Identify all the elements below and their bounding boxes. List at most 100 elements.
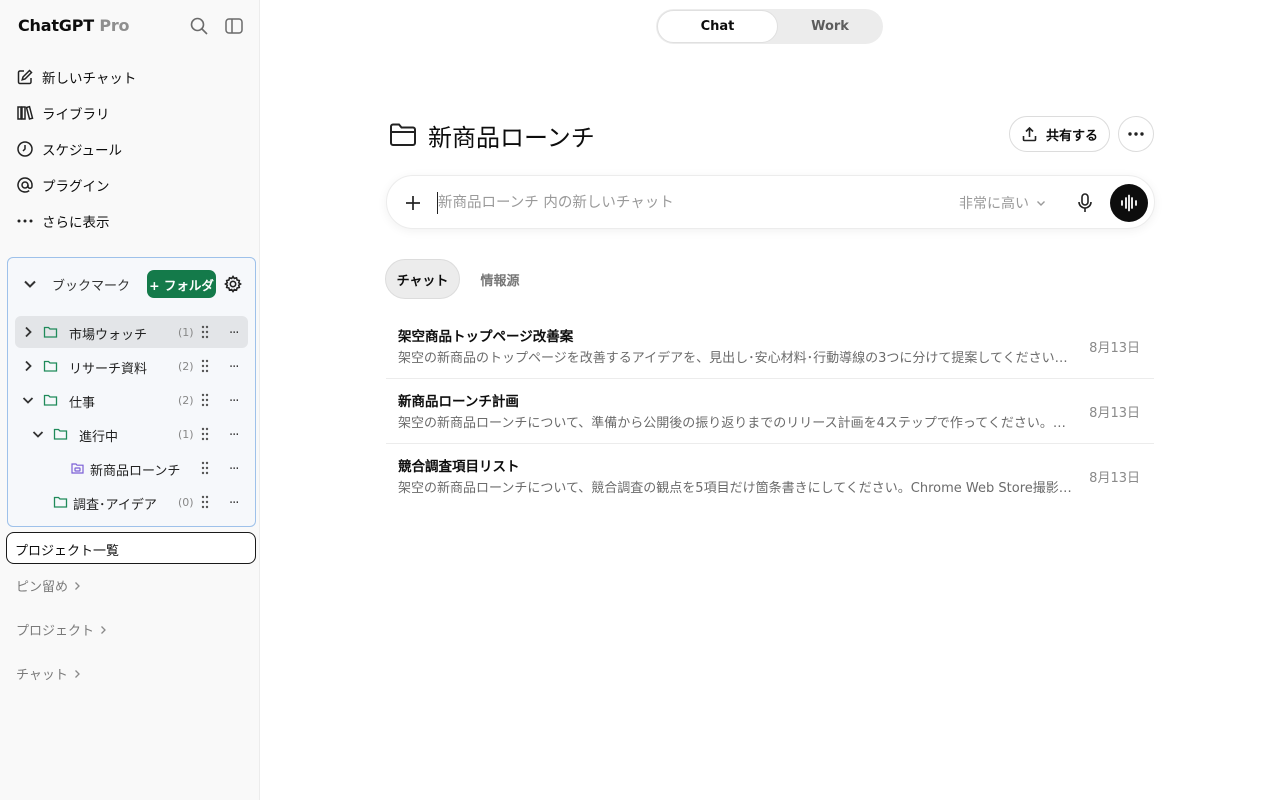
at-icon (17, 177, 33, 193)
more-options-button[interactable] (1118, 116, 1154, 152)
project-folder-icon (71, 463, 84, 474)
nav-label: プラグイン (42, 179, 110, 195)
section-pinned[interactable]: ピン留め (16, 576, 82, 595)
brand-title: ChatGPT Pro (18, 16, 130, 35)
search-icon[interactable] (189, 16, 209, 36)
nav-more[interactable]: さらに表示 (16, 207, 246, 235)
chevron-right-icon[interactable] (21, 359, 35, 373)
folder-label: 仕事 (69, 396, 96, 411)
nav-label: 新しいチャット (42, 71, 137, 87)
chevron-down-icon[interactable] (31, 427, 45, 441)
section-projects[interactable]: プロジェクト (16, 620, 108, 639)
bookmark-folder-research[interactable]: リサーチ資料 (2) ... (15, 350, 248, 382)
drag-handle-icon[interactable] (200, 460, 210, 476)
bookmark-project-launch[interactable]: 新商品ローンチ ... (15, 452, 248, 484)
chat-preview: 架空の新商品ローンチについて、競合調査の観点を5項目だけ箇条書きにしてください。… (398, 481, 1076, 496)
nav-new-chat[interactable]: 新しいチャット (16, 63, 246, 91)
drag-handle-icon[interactable] (200, 494, 210, 510)
tab-chats[interactable]: チャット (385, 259, 460, 299)
waveform-icon (1121, 194, 1137, 212)
chat-title: 架空商品トップページ改善案 (398, 329, 574, 345)
bookmark-title: ブックマーク (52, 279, 131, 294)
share-label: 共有する (1045, 128, 1098, 144)
mode-toggle: Chat Work (656, 9, 883, 44)
drag-handle-icon[interactable] (200, 358, 210, 374)
chat-preview: 架空の新商品のトップページを改善するアイデアを、見出し･安心材料･行動導線の3つ… (398, 351, 1076, 366)
chat-list-item[interactable]: 架空商品トップページ改善案 架空の新商品のトップページを改善するアイデアを、見出… (386, 314, 1154, 379)
folder-count: (1) (178, 326, 194, 339)
project-list-button[interactable]: プロジェクト一覧 (6, 532, 256, 564)
project-header: 新商品ローンチ (388, 118, 595, 152)
nav-schedule[interactable]: スケジュール (16, 135, 246, 163)
chat-date: 8月13日 (1089, 341, 1140, 356)
section-chats[interactable]: チャット (16, 664, 82, 683)
drag-handle-icon[interactable] (200, 324, 210, 340)
chat-title: 新商品ローンチ計画 (398, 394, 519, 410)
folder-label: リサーチ資料 (69, 362, 148, 377)
folder-label: 市場ウォッチ (69, 328, 148, 343)
chevron-down-icon[interactable] (22, 276, 38, 292)
bookmark-header: ブックマーク + フォルダ (8, 268, 255, 300)
folder-icon (390, 123, 416, 146)
microphone-icon[interactable] (1075, 192, 1095, 214)
folder-icon (43, 394, 58, 406)
folder-icon (43, 360, 58, 372)
folder-count: (1) (178, 428, 194, 441)
section-label: チャット (16, 668, 68, 683)
chevron-right-icon[interactable] (21, 325, 35, 339)
bookmark-folder-market-watch[interactable]: 市場ウォッチ (1) ... (15, 316, 248, 348)
model-label: 非常に高い (959, 196, 1029, 212)
folder-more-button[interactable]: ... (229, 492, 239, 507)
folder-more-button[interactable]: ... (229, 390, 239, 405)
folder-label: 進行中 (79, 430, 119, 445)
plus-icon[interactable] (403, 193, 423, 213)
bookmark-folder-in-progress[interactable]: 進行中 (1) ... (15, 418, 248, 450)
composer: 非常に高い (386, 175, 1155, 229)
model-selector[interactable]: 非常に高い (959, 193, 1047, 213)
folder-more-button[interactable]: ... (229, 322, 239, 337)
folder-more-button[interactable]: ... (229, 356, 239, 371)
folder-count: (0) (178, 496, 194, 509)
nav-library[interactable]: ライブラリ (16, 99, 246, 127)
folder-count: (2) (178, 360, 194, 373)
nav-plugins[interactable]: プラグイン (16, 171, 246, 199)
sidebar-toggle-icon[interactable] (224, 16, 244, 36)
chat-title: 競合調査項目リスト (398, 459, 520, 475)
voice-mode-button[interactable] (1110, 184, 1148, 222)
folder-count: (2) (178, 394, 194, 407)
section-label: ピン留め (16, 580, 69, 595)
chat-date: 8月13日 (1089, 471, 1140, 486)
bookmark-panel: ブックマーク + フォルダ 市場ウォッチ (1) ... リサーチ資料 (2) … (7, 257, 256, 527)
page-title: 新商品ローンチ (428, 123, 595, 152)
project-more-button[interactable]: ... (229, 458, 239, 473)
clock-icon (17, 141, 33, 157)
chat-input[interactable] (438, 188, 928, 218)
chat-list-item[interactable]: 競合調査項目リスト 架空の新商品ローンチについて、競合調査の観点を5項目だけ箇条… (386, 444, 1154, 509)
tab-chat-mode[interactable]: Chat (657, 10, 778, 43)
drag-handle-icon[interactable] (200, 426, 210, 442)
chat-list-item[interactable]: 新商品ローンチ計画 架空の新商品ローンチについて、準備から公開後の振り返りまでの… (386, 379, 1154, 444)
bookmark-folder-work[interactable]: 仕事 (2) ... (15, 384, 248, 416)
edit-icon (17, 69, 33, 85)
tab-sources[interactable]: 情報源 (470, 259, 530, 299)
chat-preview: 架空の新商品ローンチについて、準備から公開後の振り返りまでのリリース計画を4ステ… (398, 416, 1076, 431)
folder-icon (43, 326, 58, 338)
section-label: プロジェクト (16, 624, 95, 639)
chevron-down-icon[interactable] (21, 393, 35, 407)
share-button[interactable]: 共有する (1009, 116, 1110, 152)
chevron-down-icon (1037, 201, 1045, 206)
tab-work-mode[interactable]: Work (778, 9, 882, 44)
drag-handle-icon[interactable] (200, 392, 210, 408)
add-folder-button[interactable]: + フォルダ (147, 270, 216, 298)
share-icon (1022, 126, 1037, 141)
bookmark-folder-ideas[interactable]: 調査･アイデア (0) ... (15, 486, 248, 518)
library-icon (17, 105, 34, 120)
app-root: ChatGPT Pro 新しいチャット ライブラリ スケジュール プラグイン さ… (0, 0, 1280, 800)
chevron-right-icon (101, 625, 106, 634)
gear-icon[interactable] (223, 274, 243, 294)
nav-label: ライブラリ (42, 107, 110, 123)
sidebar: ChatGPT Pro 新しいチャット ライブラリ スケジュール プラグイン さ… (0, 0, 260, 800)
ellipsis-icon (17, 219, 33, 223)
folder-more-button[interactable]: ... (229, 424, 239, 439)
chevron-right-icon (74, 669, 80, 678)
